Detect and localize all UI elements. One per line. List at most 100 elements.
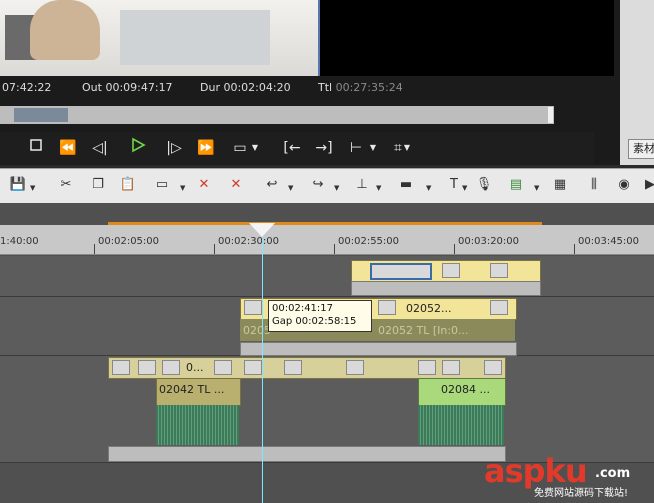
- scrub-bar[interactable]: [0, 106, 554, 124]
- paste-button[interactable]: 📋: [118, 175, 138, 195]
- step-forward-icon: |▷: [166, 140, 182, 156]
- clip-label: 0...: [186, 361, 204, 374]
- fast-forward-icon: ⏩: [197, 140, 215, 156]
- transition-button[interactable]: ▬: [396, 175, 416, 195]
- ruler-label: 00:03:45:00: [578, 236, 640, 247]
- save-button[interactable]: 💾: [8, 175, 28, 195]
- step-back-button[interactable]: ◁|: [88, 137, 112, 159]
- total-timecode: Ttl 00:27:35:24: [318, 81, 403, 94]
- split-dropdown[interactable]: ▼: [368, 137, 378, 159]
- redo-button[interactable]: ↪: [308, 175, 328, 195]
- clip-label: 02042 TL ...: [159, 383, 225, 396]
- ruler-label: 1:40:00: [0, 236, 39, 247]
- clip-thumbnail: [138, 360, 156, 375]
- ruler-label: 00:03:20:00: [458, 236, 520, 247]
- clip-sublabel: 0205: [243, 324, 271, 337]
- clip-thumbnail: [442, 263, 460, 278]
- title-icon: T: [450, 177, 458, 192]
- ruler-label: 00:02:55:00: [338, 236, 400, 247]
- insert-dropdown[interactable]: ▼: [180, 184, 186, 192]
- clip-label: 02084 ...: [441, 383, 490, 396]
- clip-thumbnail: [490, 300, 508, 315]
- asset-tab[interactable]: 素材: [628, 139, 654, 159]
- undo-dropdown[interactable]: ▼: [288, 184, 294, 192]
- loop-button[interactable]: ▭: [228, 137, 252, 159]
- undo-button[interactable]: ↩: [262, 175, 282, 195]
- title-dropdown[interactable]: ▼: [462, 184, 468, 192]
- clip-thumbnail: [378, 300, 396, 315]
- chevron-down-icon: ▼: [426, 184, 432, 192]
- layout-button[interactable]: ▦: [550, 175, 570, 195]
- redo-icon: ↪: [312, 177, 324, 192]
- rewind-button[interactable]: ⏪: [56, 137, 80, 159]
- clip-thumbnail: [442, 360, 460, 375]
- stop-button[interactable]: [24, 137, 48, 159]
- grid-icon: ▦: [553, 177, 567, 192]
- audio-waveform[interactable]: [156, 405, 239, 445]
- transition-dropdown[interactable]: ▼: [426, 184, 432, 192]
- ruler-tick: [334, 244, 335, 254]
- playhead-marker[interactable]: [249, 223, 275, 237]
- color-button[interactable]: ◉: [614, 175, 634, 195]
- gap-tooltip: 00:02:41:17 Gap 00:02:58:15: [268, 300, 372, 332]
- chevron-down-icon: ▼: [251, 143, 259, 152]
- export-dropdown[interactable]: ▼: [534, 184, 540, 192]
- transition-icon: ▬: [399, 177, 413, 192]
- source-video-frame[interactable]: [0, 0, 320, 76]
- cut-button[interactable]: ✂: [56, 175, 76, 195]
- step-forward-button[interactable]: |▷: [162, 137, 186, 159]
- delete-icon: ✕: [198, 177, 210, 192]
- tooltip-gap: Gap 00:02:58:15: [272, 316, 357, 327]
- clip-thumbnail: [370, 263, 432, 280]
- clip-thumbnail: [112, 360, 130, 375]
- match-frame-icon: ⌗: [394, 140, 402, 156]
- clip-key-track: [351, 281, 541, 296]
- recorder-video-frame[interactable]: [320, 0, 614, 76]
- set-in-button[interactable]: [←: [280, 137, 304, 159]
- copy-button[interactable]: ❐: [88, 175, 108, 195]
- ruler-tick: [574, 244, 575, 254]
- split-icon: ⊢: [349, 140, 363, 156]
- clip-thumbnail: [244, 300, 262, 315]
- set-out-button[interactable]: →]: [312, 137, 336, 159]
- title-button[interactable]: T: [444, 175, 464, 195]
- paste-icon: 📋: [119, 177, 137, 192]
- audio-settings-button[interactable]: ⫼: [584, 175, 604, 195]
- loop-dropdown[interactable]: ▼: [250, 137, 260, 159]
- clip-label: 02052...: [406, 302, 452, 315]
- mixer-button[interactable]: ⊥: [352, 175, 372, 195]
- insert-button[interactable]: ▭: [152, 175, 172, 195]
- insert-icon: ▭: [155, 177, 169, 192]
- clip-thumbnail: [418, 360, 436, 375]
- more-button[interactable]: ▶: [640, 175, 654, 195]
- playhead-line[interactable]: [262, 224, 263, 503]
- export-button[interactable]: ▤: [506, 175, 526, 195]
- mixer-dropdown[interactable]: ▼: [376, 184, 382, 192]
- watermark-tld: .com: [595, 466, 631, 481]
- delete-button[interactable]: ✕: [194, 175, 214, 195]
- rewind-icon: ⏪: [59, 140, 77, 156]
- clip-sublabel: 02052 TL [In:0...: [378, 324, 469, 337]
- video-person: [30, 0, 100, 60]
- in-timecode: 07:42:22: [2, 81, 52, 94]
- play-button[interactable]: [126, 137, 150, 159]
- play-icon: [132, 137, 146, 153]
- track-row[interactable]: [0, 256, 654, 297]
- match-frame-dropdown[interactable]: ▼: [402, 137, 412, 159]
- redo-dropdown[interactable]: ▼: [334, 184, 340, 192]
- scissors-icon: ✂: [60, 177, 72, 192]
- ruler-label: 00:02:30:00: [218, 236, 280, 247]
- watermark-tagline: 免费网站源码下载站!: [534, 488, 629, 499]
- chevron-down-icon: ▼: [30, 184, 36, 192]
- ruler-tick: [214, 244, 215, 254]
- fast-forward-button[interactable]: ⏩: [194, 137, 218, 159]
- scrub-handle[interactable]: [14, 108, 68, 122]
- voiceover-button[interactable]: 🎙: [474, 175, 494, 195]
- clip-key-track: [240, 342, 517, 356]
- chevron-down-icon: ▼: [403, 143, 411, 152]
- clip-key-track: [108, 446, 506, 462]
- split-button[interactable]: ⊢: [344, 137, 368, 159]
- save-dropdown[interactable]: ▼: [30, 184, 36, 192]
- ripple-delete-button[interactable]: ✕: [226, 175, 246, 195]
- audio-waveform[interactable]: [418, 405, 504, 445]
